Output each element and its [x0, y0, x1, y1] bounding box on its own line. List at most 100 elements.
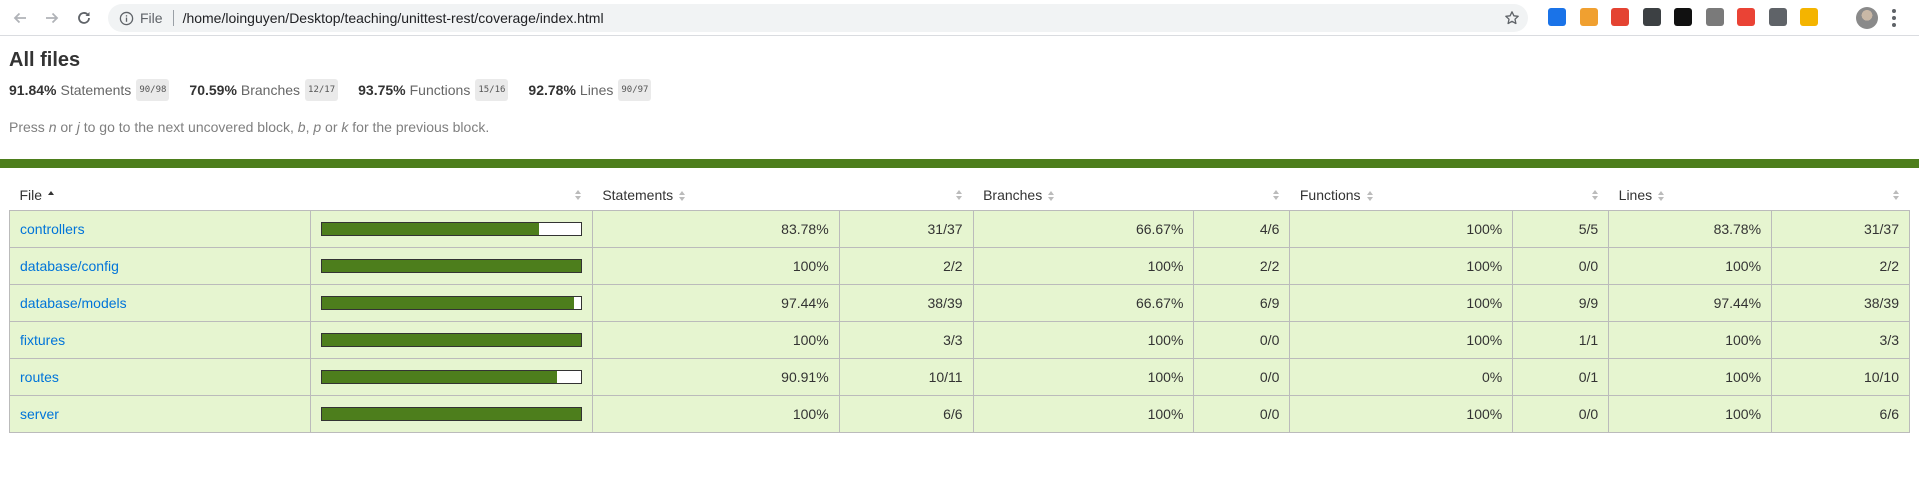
- url-text[interactable]: /home/loinguyen/Desktop/teaching/unittes…: [183, 10, 604, 26]
- back-button[interactable]: [9, 7, 31, 29]
- branches-fraction: 4/6: [1193, 209, 1291, 248]
- arrow-right-icon: [46, 12, 59, 24]
- info-icon[interactable]: [118, 10, 134, 26]
- edge-icon[interactable]: [1548, 8, 1566, 26]
- forward-button[interactable]: [41, 7, 63, 29]
- lines-fraction: 10/10: [1771, 357, 1910, 396]
- table-row: routes 90.91% 10/11 100% 0/0 0% 0/1 100% 10/10: [9, 357, 1910, 396]
- sort-icon: [1366, 191, 1374, 202]
- summary-label: Functions: [409, 82, 471, 98]
- reload-button[interactable]: [73, 7, 95, 29]
- browser-menu-button[interactable]: [1892, 9, 1896, 27]
- file-cell: routes: [9, 357, 311, 396]
- column-statements[interactable]: Statements: [592, 180, 839, 210]
- coverage-bar-cell: [309, 394, 593, 433]
- lines-pct: 100%: [1608, 394, 1773, 433]
- video-camera-icon[interactable]: [1642, 8, 1661, 26]
- functions-fraction: 1/1: [1512, 320, 1610, 359]
- functions-fraction: 9/9: [1512, 283, 1610, 322]
- statements-fraction: 2/2: [838, 246, 974, 285]
- sort-icon: [679, 191, 686, 202]
- branches-fraction: 2/2: [1193, 246, 1291, 285]
- table-row: controllers 83.78% 31/37 66.67% 4/6 100% 5/5 83…: [9, 209, 1910, 248]
- column-lines-raw[interactable]: [1772, 180, 1910, 210]
- coverage-bar: [320, 258, 582, 273]
- hint-text: Press: [9, 119, 49, 135]
- summary-branches: 70.59% Branches 12/17: [189, 79, 339, 101]
- file-link[interactable]: controllers: [20, 221, 85, 237]
- functions-pct: 100%: [1289, 209, 1514, 248]
- column-label: Lines: [1618, 186, 1653, 203]
- hint-key: b: [297, 119, 306, 135]
- lines-pct: 97.44%: [1608, 283, 1773, 322]
- coverage-bar: [320, 369, 582, 384]
- branches-pct: 66.67%: [972, 209, 1195, 248]
- functions-pct: 100%: [1289, 283, 1514, 322]
- hint-text: or: [321, 119, 342, 135]
- column-label: Functions: [1299, 186, 1361, 203]
- table-row: database/models 97.44% 38/39 66.67% 6/9 100% 9…: [9, 283, 1910, 322]
- file-link[interactable]: routes: [20, 369, 59, 385]
- lines-pct: 100%: [1608, 246, 1773, 285]
- column-branches[interactable]: Branches: [973, 180, 1194, 210]
- lines-pct: 100%: [1608, 357, 1773, 396]
- statements-pct: 90.91%: [591, 357, 840, 396]
- branches-fraction: 0/0: [1193, 357, 1291, 396]
- lines-fraction: 2/2: [1771, 246, 1910, 285]
- shield-icon[interactable]: [1705, 8, 1724, 26]
- table-row: database/config 100% 2/2 100% 2/2 100% 0/0 100%…: [9, 246, 1910, 285]
- browser-toolbar: File /home/loinguyen/Desktop/teaching/un…: [0, 0, 1919, 36]
- file-link[interactable]: database/config: [20, 258, 119, 274]
- notion-icon[interactable]: [1674, 8, 1692, 26]
- hint-text: for the previous block.: [348, 119, 490, 135]
- coverage-table: File Statements Branches Functions Lines…: [9, 180, 1910, 433]
- reload-icon: [78, 12, 90, 24]
- bookmark-star-icon[interactable]: [1504, 10, 1520, 26]
- column-statements-raw[interactable]: [839, 180, 973, 210]
- column-file-bar[interactable]: [310, 180, 592, 210]
- profile-avatar[interactable]: [1856, 7, 1878, 29]
- summary-fraction: 15/16: [475, 79, 509, 101]
- sort-icon: [1892, 190, 1900, 200]
- column-branches-raw[interactable]: [1194, 180, 1290, 210]
- statements-pct: 100%: [591, 320, 840, 359]
- column-lines[interactable]: Lines: [1609, 180, 1772, 210]
- owl-icon[interactable]: [1579, 8, 1598, 26]
- coverage-bar-cell: [309, 320, 593, 359]
- column-file[interactable]: File: [10, 180, 311, 210]
- table-row: fixtures 100% 3/3 100% 0/0 100% 1/1 100% 3/3: [9, 320, 1910, 359]
- statements-pct: 97.44%: [591, 283, 840, 322]
- coverage-bar: [320, 221, 582, 236]
- todoist-icon[interactable]: [1611, 8, 1629, 26]
- file-link[interactable]: database/models: [20, 295, 127, 311]
- lines-pct: 100%: [1608, 320, 1773, 359]
- column-functions-raw[interactable]: [1513, 180, 1609, 210]
- lines-fraction: 3/3: [1771, 320, 1910, 359]
- bookmark-red-icon[interactable]: [1737, 8, 1755, 26]
- summary-fraction: 12/17: [305, 79, 339, 101]
- functions-fraction: 0/0: [1512, 394, 1610, 433]
- sort-icon: [575, 190, 582, 200]
- file-link[interactable]: fixtures: [20, 332, 65, 348]
- table-header-row: File Statements Branches Functions Lines: [10, 180, 1910, 210]
- summary-statements: 91.84% Statements 90/98: [9, 79, 170, 101]
- status-line: [0, 159, 1919, 168]
- address-bar[interactable]: File /home/loinguyen/Desktop/teaching/un…: [108, 4, 1528, 32]
- column-label: File: [19, 186, 43, 203]
- coverage-bar-fill: [321, 296, 575, 309]
- coverage-bar-cell: [309, 246, 593, 285]
- table-row: server 100% 6/6 100% 0/0 100% 0/0 100% 6/6: [9, 394, 1910, 433]
- lines-pct: 83.78%: [1608, 209, 1773, 248]
- functions-fraction: 0/0: [1512, 246, 1610, 285]
- branches-pct: 100%: [972, 357, 1195, 396]
- summary-label: Branches: [240, 82, 301, 98]
- file-link[interactable]: server: [20, 406, 59, 422]
- column-functions[interactable]: Functions: [1290, 180, 1513, 210]
- functions-pct: 0%: [1289, 357, 1514, 396]
- gear-icon[interactable]: [1768, 8, 1787, 26]
- functions-fraction: 5/5: [1512, 209, 1610, 248]
- branches-pct: 66.67%: [972, 283, 1195, 322]
- statements-pct: 83.78%: [591, 209, 840, 248]
- note-yellow-icon[interactable]: [1800, 8, 1818, 26]
- file-cell: fixtures: [9, 320, 311, 359]
